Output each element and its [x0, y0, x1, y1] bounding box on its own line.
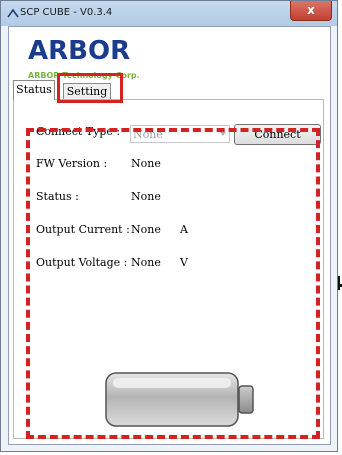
tab-status[interactable]: Status: [13, 80, 55, 100]
setting-tab-highlight: [57, 73, 123, 103]
title-bar[interactable]: SCP CUBE - V0.3.4 x: [1, 1, 337, 26]
status-highlight-box: [26, 128, 320, 439]
window-title: SCP CUBE - V0.3.4: [20, 7, 113, 18]
background-tick-mark: [338, 276, 340, 290]
app-icon: [7, 8, 19, 18]
logo-wordmark: ARBOR: [28, 36, 131, 66]
close-button[interactable]: x: [290, 1, 332, 21]
